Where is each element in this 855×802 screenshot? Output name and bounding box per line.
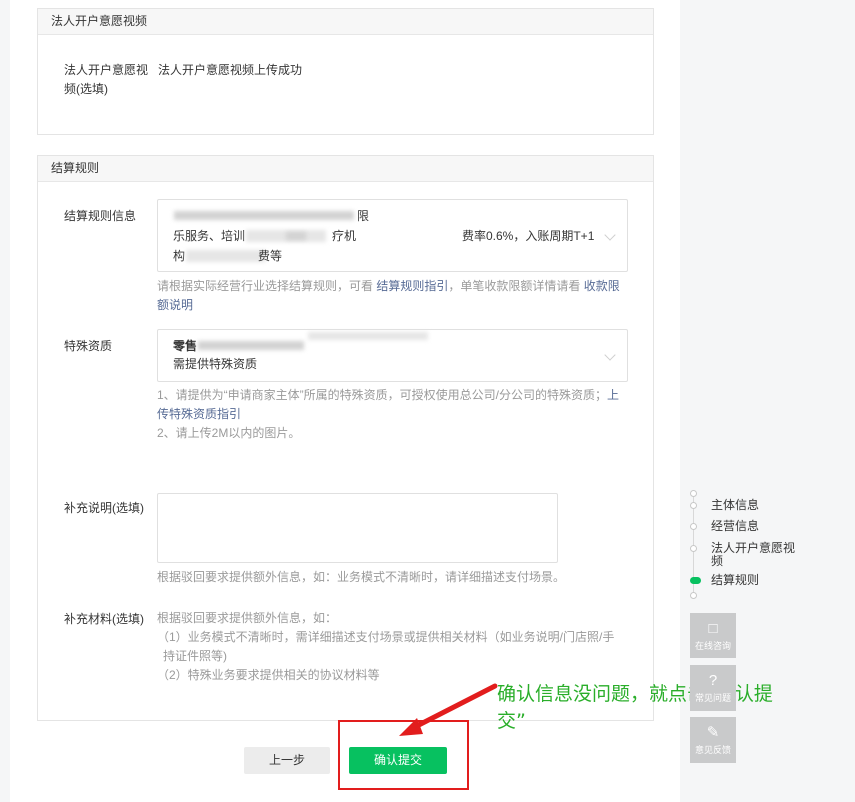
- qual-text-line1: 零售: [173, 339, 198, 353]
- annotation-arrow: [399, 683, 498, 736]
- rule-text-line3-start: 构: [173, 249, 186, 263]
- step-dot: [690, 592, 697, 599]
- limit-description-link-cont[interactable]: 额说明: [157, 298, 193, 312]
- chat-icon: □: [708, 620, 718, 637]
- video-upload-status: 法人开户意愿视频上传成功: [158, 63, 303, 77]
- redacted-text: [198, 341, 304, 350]
- annotation-text: 确认信息没问题，就点击“确认提 交”: [497, 683, 773, 732]
- chevron-down-icon: [604, 349, 616, 361]
- settlement-guide-link[interactable]: 结算规则指引: [376, 279, 448, 293]
- step-subject-info[interactable]: 主体信息: [711, 499, 759, 512]
- special-qualification-hint: 1、请提供为“申请商家主体”所属的特殊资质，可授权使用总公司/分公司的特殊资质；…: [157, 388, 620, 440]
- question-icon: ?: [708, 672, 718, 689]
- step-dot: [690, 523, 697, 530]
- special-qualification-select[interactable]: 零售 需提供特殊资质: [157, 329, 628, 382]
- supplement-label: 补充说明(选填): [64, 501, 144, 515]
- redacted-text: [174, 211, 354, 220]
- rule-text-line2-end: 疗机: [332, 229, 357, 243]
- rule-text-line3-end: 费等: [258, 249, 283, 263]
- step-dot: [690, 490, 697, 497]
- supplement-hint: 根据驳回要求提供额外信息，如：业务模式不清晰时，请详细描述支付场景。: [157, 570, 566, 584]
- section-header: 结算规则: [38, 156, 653, 182]
- material-label: 补充材料(选填): [64, 612, 144, 626]
- step-dot: [690, 502, 697, 509]
- step-business-info[interactable]: 经营信息: [711, 520, 759, 533]
- settlement-rule-select[interactable]: 限 乐服务、培训 疗机 构 费等 费率0.6%，入账周期T+1: [157, 199, 628, 272]
- edit-icon: ✎: [706, 724, 720, 741]
- rule-text-line1-end: 限: [357, 209, 370, 223]
- step-settlement-rule[interactable]: 结算规则: [711, 574, 759, 587]
- qualification-guide-link-cont[interactable]: 传特殊资质指引: [157, 407, 241, 421]
- online-consult-button[interactable]: □ 在线咨询: [690, 613, 736, 658]
- material-hint: 根据驳回要求提供额外信息，如： （1）业务模式不清晰时，需详细描述支付场景或提供…: [157, 611, 615, 682]
- step-legal-video[interactable]: 法人开户意愿视 频: [711, 542, 795, 568]
- chevron-down-icon: [604, 229, 616, 241]
- redacted-text: [186, 250, 266, 262]
- supplement-textarea[interactable]: [157, 493, 558, 563]
- settlement-rule-hint: 请根据实际经营行业选择结算规则，可看 结算规则指引，单笔收款限额详情请看 收款限…: [157, 279, 620, 312]
- video-field-label: 法人开户意愿视 频(选填): [64, 63, 149, 96]
- qualification-guide-link[interactable]: 上: [607, 388, 619, 402]
- special-qualification-label: 特殊资质: [64, 339, 113, 353]
- step-dot-active: [690, 577, 701, 584]
- faq-button[interactable]: ? 常见问题: [690, 665, 736, 711]
- limit-description-link[interactable]: 收款限: [584, 279, 620, 293]
- prev-step-button[interactable]: 上一步: [244, 747, 330, 774]
- section-header: 法人开户意愿视频: [38, 9, 653, 35]
- feedback-button[interactable]: ✎ 意见反馈: [690, 717, 736, 763]
- qual-text-line2: 需提供特殊资质: [173, 357, 258, 371]
- rule-text-line2-start: 乐服务、培训: [173, 229, 246, 243]
- settlement-rule-label: 结算规则信息: [64, 209, 137, 223]
- redacted-text: [286, 232, 306, 240]
- redacted-text: [308, 332, 428, 340]
- rule-rate: 费率0.6%，入账周期T+1: [462, 229, 595, 243]
- step-dot: [690, 545, 697, 552]
